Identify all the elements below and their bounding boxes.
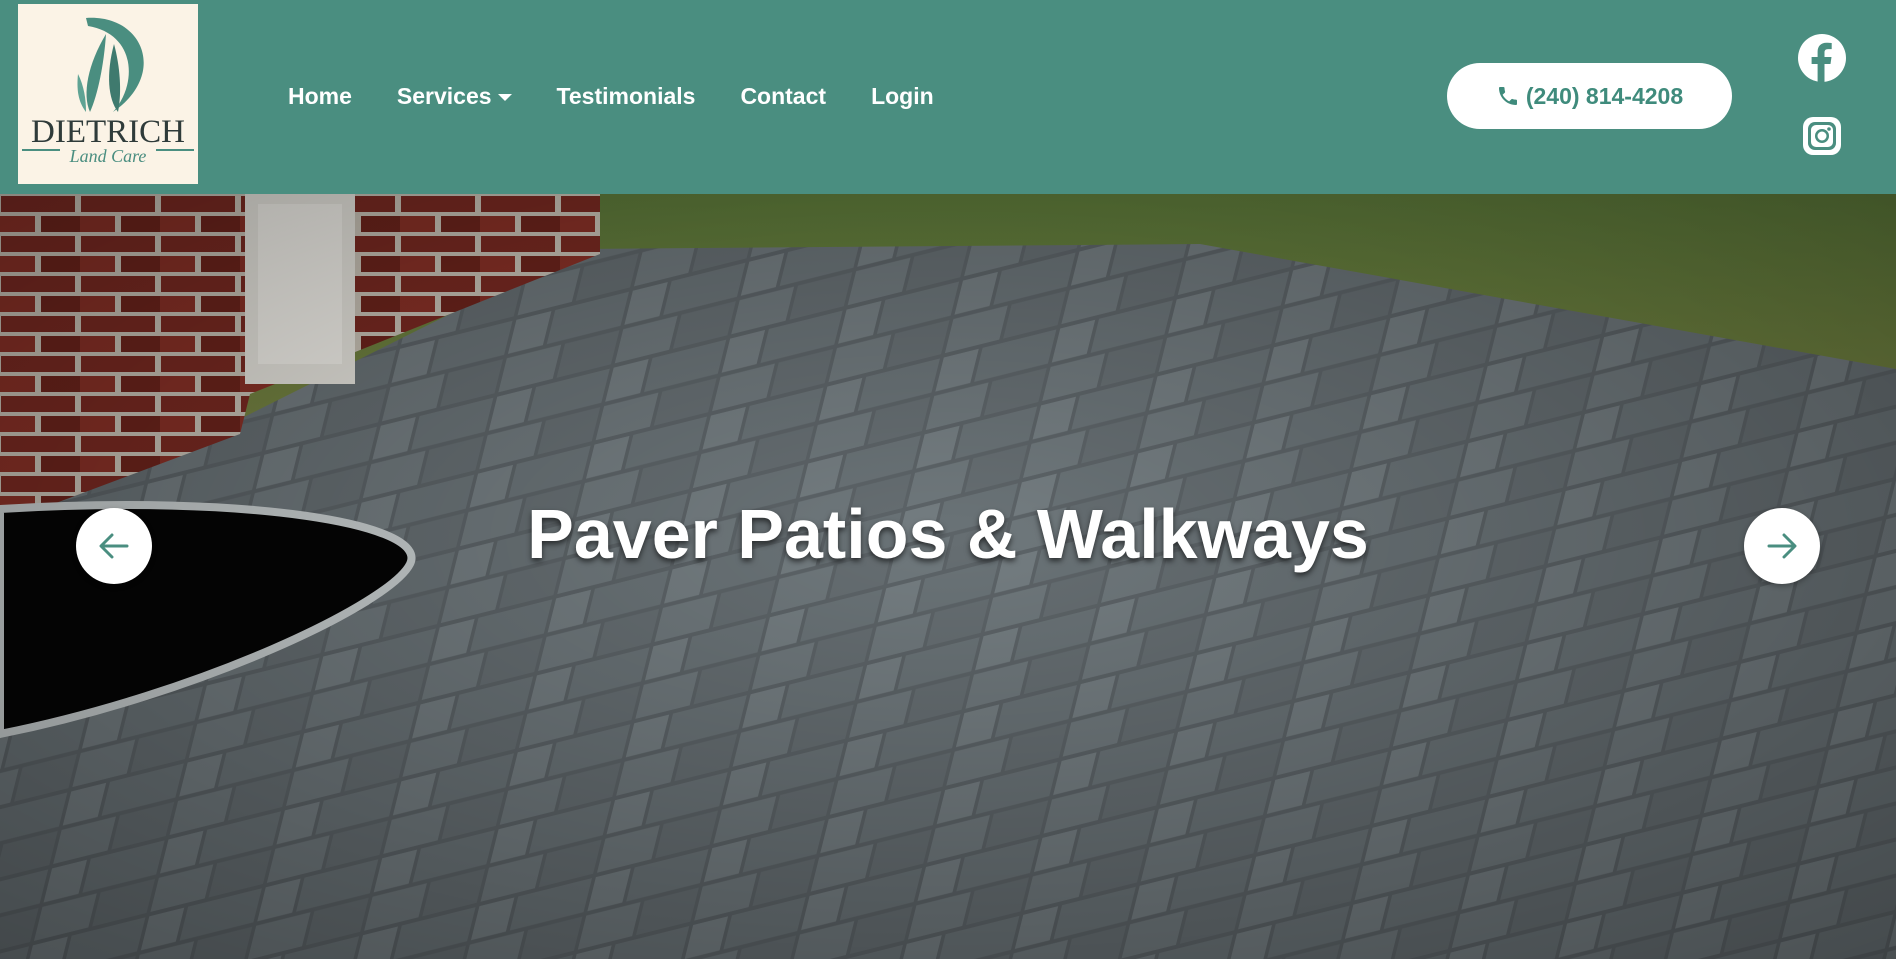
facebook-link[interactable] bbox=[1797, 33, 1847, 83]
arrow-right-icon bbox=[1767, 533, 1797, 559]
logo-name: DIETRICH bbox=[31, 114, 185, 150]
caret-down-icon bbox=[497, 93, 512, 101]
nav-label: Testimonials bbox=[556, 82, 696, 109]
phone-icon bbox=[1498, 87, 1517, 105]
carousel-next-button[interactable] bbox=[1744, 508, 1820, 584]
hero-carousel: Paver Patios & Walkways bbox=[0, 194, 1896, 959]
nav-item-home[interactable]: Home bbox=[288, 83, 352, 110]
nav-item-services[interactable]: Services bbox=[397, 83, 512, 110]
instagram-link[interactable] bbox=[1797, 111, 1847, 161]
nav-item-testimonials[interactable]: Testimonials bbox=[557, 83, 696, 110]
facebook-icon bbox=[1798, 34, 1846, 82]
site-header: DIETRICH Land Care Home Services Testimo… bbox=[0, 0, 1896, 194]
nav-label: Login bbox=[871, 82, 934, 109]
phone-button[interactable]: (240) 814-4208 bbox=[1447, 63, 1732, 129]
nav-item-login[interactable]: Login bbox=[871, 83, 934, 110]
nav-label: Services bbox=[396, 82, 492, 109]
logo-mark: DIETRICH Land Care bbox=[18, 4, 198, 184]
hero-title: Paver Patios & Walkways bbox=[527, 495, 1369, 573]
nav-label: Home bbox=[288, 82, 352, 109]
logo[interactable]: DIETRICH Land Care bbox=[18, 4, 198, 184]
hero-image bbox=[0, 194, 1896, 959]
nav-label: Contact bbox=[740, 82, 827, 109]
main-nav: Home Services Testimonials Contact Login bbox=[288, 80, 979, 112]
logo-tagline: Land Care bbox=[69, 146, 147, 166]
arrow-left-icon bbox=[99, 533, 129, 559]
nav-item-contact[interactable]: Contact bbox=[740, 83, 826, 110]
carousel-prev-button[interactable] bbox=[76, 508, 152, 584]
instagram-icon bbox=[1803, 117, 1841, 155]
phone-number: (240) 814-4208 bbox=[1525, 82, 1684, 109]
